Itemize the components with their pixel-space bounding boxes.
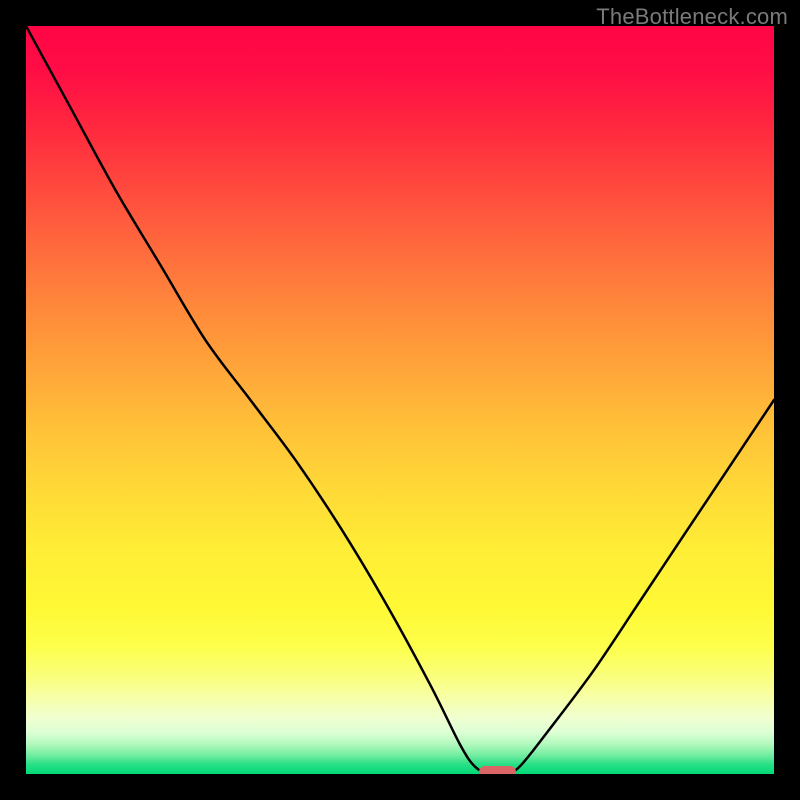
watermark-text: TheBottleneck.com <box>596 4 788 30</box>
plot-area <box>26 26 774 774</box>
curve-path <box>26 26 774 774</box>
chart-frame: TheBottleneck.com <box>0 0 800 800</box>
bottleneck-curve <box>26 26 774 774</box>
optimal-point-marker <box>479 766 516 774</box>
